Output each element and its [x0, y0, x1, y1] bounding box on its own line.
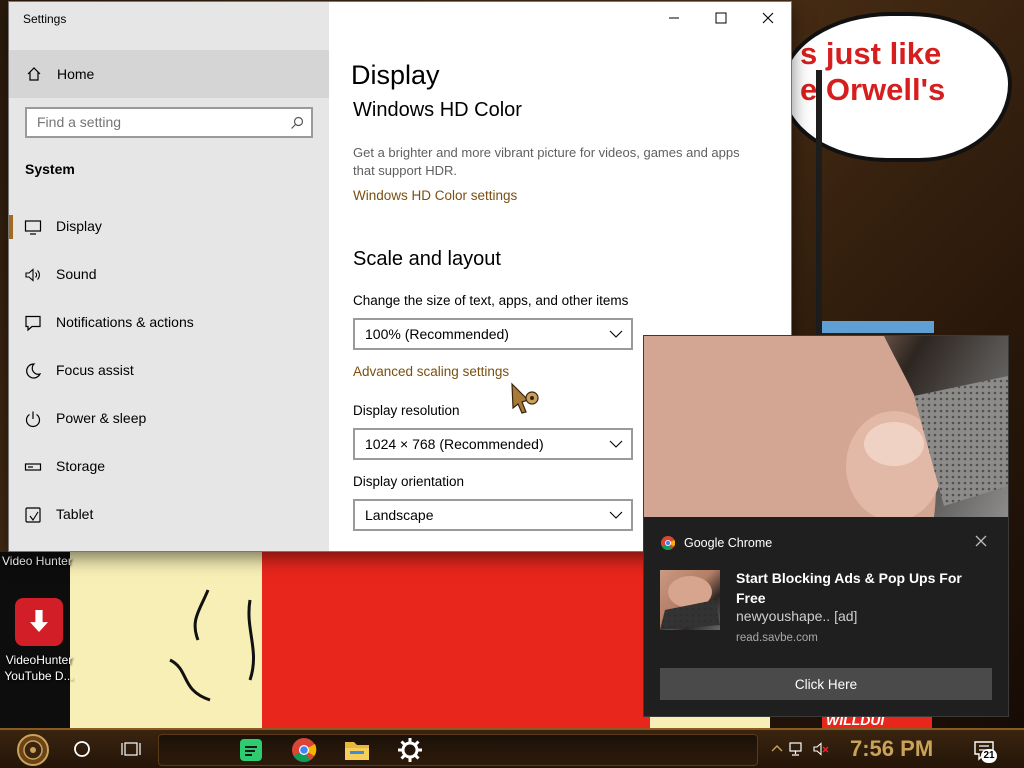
sidebar-item-display[interactable]: Display [9, 207, 329, 247]
spotify-icon[interactable] [230, 732, 270, 768]
wallpaper-red-area [262, 552, 662, 730]
sidebar-item-tablet[interactable]: Tablet [9, 495, 329, 535]
scale-dropdown[interactable]: 100% (Recommended) [353, 318, 633, 350]
click-here-button[interactable]: Click Here [660, 668, 992, 700]
power-icon [25, 411, 41, 428]
sidebar-item-label: Sound [56, 266, 97, 282]
settings-gear-icon[interactable] [390, 732, 430, 768]
hd-color-description: Get a brighter and more vibrant picture … [353, 145, 740, 178]
network-icon[interactable] [788, 741, 806, 757]
chrome-notification-toast[interactable]: Google Chrome Start Blocking Ads & Pop U… [644, 336, 1008, 716]
notification-app-name: Google Chrome [684, 536, 773, 550]
scale-layout-heading: Scale and layout [353, 248, 501, 270]
notification-title: Start Blocking Ads & Pop Ups For Free [736, 570, 962, 606]
notification-source: read.savbe.com [736, 632, 818, 644]
resolution-label: Display resolution [353, 403, 460, 418]
chrome-icon [661, 536, 675, 550]
resolution-dropdown[interactable]: 1024 × 768 (Recommended) [353, 428, 633, 460]
hd-color-heading: Windows HD Color [353, 99, 522, 121]
file-explorer-icon[interactable] [337, 732, 377, 768]
sidebar-item-label: Tablet [56, 506, 94, 522]
monitor-icon [24, 220, 42, 235]
moon-icon [26, 363, 42, 379]
steampunk-cursor-icon [511, 382, 539, 414]
speaker-icon [25, 268, 40, 282]
wallpaper-pole [816, 70, 822, 335]
wallpaper-scribble [169, 589, 255, 702]
search-input[interactable] [37, 114, 277, 130]
videohunter-icon [15, 598, 63, 646]
sidebar-item-focus-assist[interactable]: Focus assist [9, 351, 329, 391]
comic-bubble-text: s just like e Orwell's [800, 36, 946, 107]
start-button[interactable] [10, 732, 56, 768]
minimize-button[interactable] [651, 2, 697, 34]
window-title: Settings [23, 12, 67, 26]
chevron-up-icon[interactable] [768, 741, 786, 757]
advanced-scaling-link[interactable]: Advanced scaling settings [353, 364, 509, 379]
scale-label: Change the size of text, apps, and other… [353, 293, 629, 308]
desktop-icon-label: VideoHunter YouTube D... [4, 653, 74, 683]
sidebar-item-sound[interactable]: Sound [9, 255, 329, 295]
taskbar-clock[interactable]: 7:56 PM [850, 736, 933, 762]
settings-sidebar: Settings Home System Display [9, 2, 329, 551]
home-icon [27, 67, 41, 81]
orientation-dropdown[interactable]: Landscape [353, 499, 633, 531]
home-nav-item[interactable]: Home [9, 50, 329, 98]
home-label: Home [57, 66, 95, 82]
close-icon[interactable] [974, 534, 988, 548]
sidebar-item-label: Storage [56, 458, 106, 474]
maximize-button[interactable] [698, 2, 744, 34]
tablet-icon [25, 507, 41, 523]
sidebar-item-power-sleep[interactable]: Power & sleep [9, 399, 329, 439]
cortana-icon[interactable] [73, 740, 91, 758]
task-view-icon[interactable] [121, 740, 141, 758]
sidebar-item-label: Notifications & actions [56, 314, 194, 330]
notification-icon [25, 315, 41, 332]
section-title: System [25, 161, 75, 177]
orientation-label: Display orientation [353, 474, 465, 489]
notification-body: newyoushape.. [ad] [736, 608, 858, 624]
sidebar-item-label: Power & sleep [56, 410, 147, 426]
storage-icon [24, 463, 42, 471]
notification-count-badge: 21 [981, 749, 997, 763]
orientation-dropdown-value: Landscape [365, 507, 434, 523]
chrome-icon[interactable] [284, 732, 324, 768]
ad-photo [644, 336, 1008, 517]
search-icon [291, 116, 304, 129]
notification-thumbnail [660, 570, 720, 630]
page-title: Display [351, 60, 440, 90]
wallpaper-blue-strip [822, 321, 934, 333]
taskbar: 7:56 PM 21 [0, 728, 1024, 768]
volume-muted-icon[interactable] [812, 741, 830, 757]
settings-search-box[interactable] [25, 107, 313, 138]
active-indicator [9, 215, 13, 239]
sidebar-item-label: Focus assist [56, 362, 134, 378]
hd-color-settings-link[interactable]: Windows HD Color settings [353, 188, 517, 203]
desktop-icon-videohunter[interactable]: VideoHunter YouTube D... [2, 598, 76, 684]
chevron-down-icon [609, 330, 623, 338]
scale-dropdown-value: 100% (Recommended) [365, 326, 509, 342]
sidebar-item-notifications[interactable]: Notifications & actions [9, 303, 329, 343]
sidebar-item-label: Display [56, 218, 102, 234]
desktop-partial-label: Video Hunter [2, 554, 72, 568]
notification-hero-image [644, 336, 1008, 517]
chevron-down-icon [609, 440, 623, 448]
sidebar-item-storage[interactable]: Storage [9, 447, 329, 487]
close-button[interactable] [745, 2, 791, 34]
resolution-dropdown-value: 1024 × 768 (Recommended) [365, 436, 544, 452]
chevron-down-icon [609, 511, 623, 519]
